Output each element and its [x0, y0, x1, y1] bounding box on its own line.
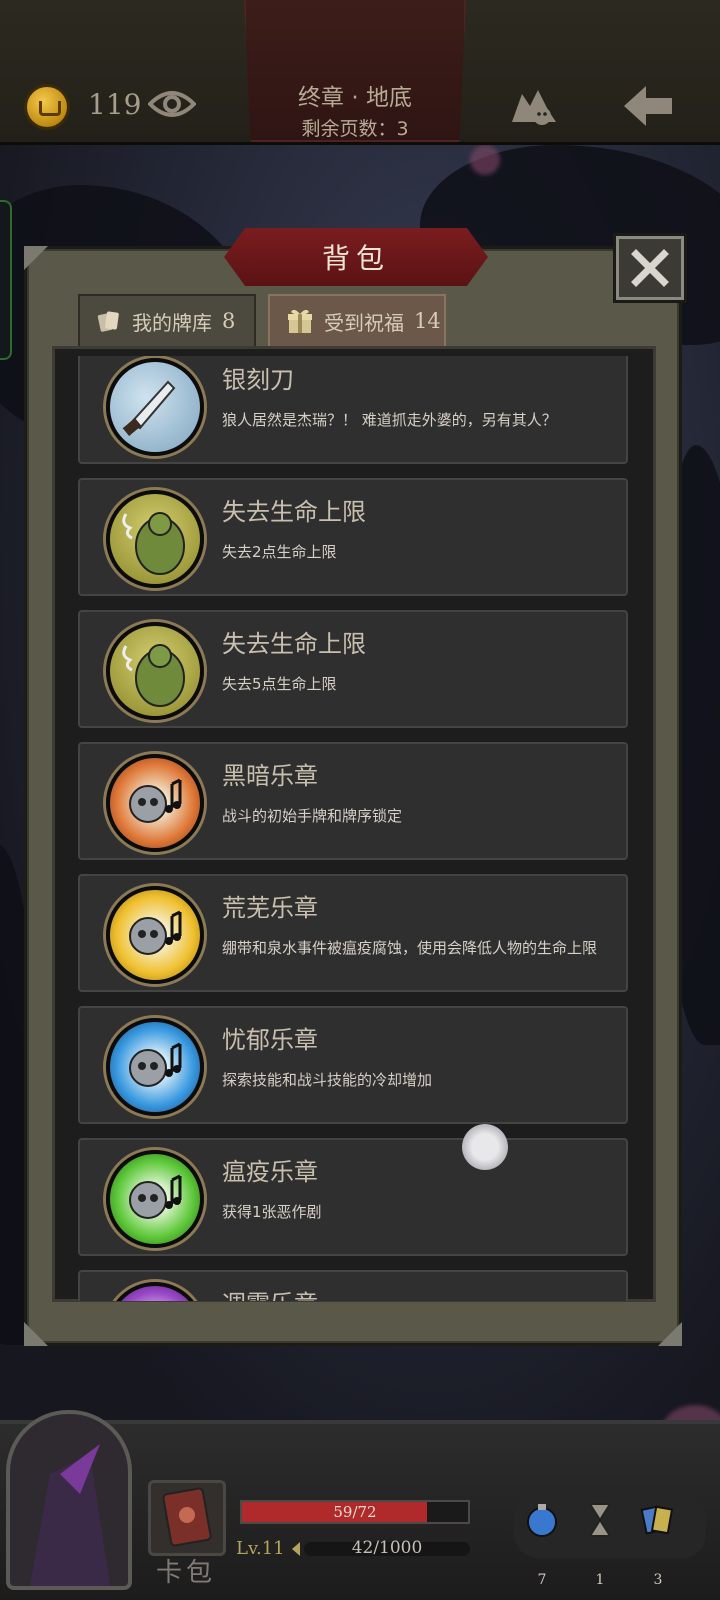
chapter-title: 终章 · 地底	[298, 85, 412, 111]
item-name: 黑暗乐章	[222, 762, 318, 790]
close-icon	[631, 249, 669, 287]
list-item[interactable]: 银刻刀 狼人居然是杰瑞？！ 难道抓走外婆的，另有其人？	[78, 356, 628, 464]
item-name: 凋零乐章	[222, 1284, 318, 1301]
card-pack-icon	[162, 1487, 212, 1547]
tab-my-deck[interactable]: 我的牌库 8	[78, 294, 256, 348]
tab-label: 我的牌库	[132, 310, 212, 335]
hp-text: 59/72	[333, 1503, 377, 1521]
list-item[interactable]: 黑暗乐章 战斗的初始手牌和牌序锁定	[78, 742, 628, 860]
character-portrait[interactable]	[6, 1410, 132, 1590]
item-name: 忧郁乐章	[222, 1026, 318, 1054]
item-desc: 失去2点生命上限	[222, 543, 337, 561]
knife-icon	[106, 358, 204, 456]
list-item[interactable]: 忧郁乐章 探索技能和战斗技能的冷却增加	[78, 1006, 628, 1124]
card-pack-button[interactable]	[148, 1480, 226, 1556]
list-item[interactable]: 瘟疫乐章 获得1张恶作剧	[78, 1138, 628, 1256]
item-name: 银刻刀	[222, 366, 294, 394]
level-label: Lv.11	[236, 1538, 285, 1559]
item-name: 瘟疫乐章	[222, 1158, 318, 1186]
music-skull-icon	[106, 886, 204, 984]
panel-title: 背包	[321, 242, 390, 275]
card-pack-label: 卡包	[156, 1558, 217, 1588]
top-bar: 119 终章 · 地底 剩余页数：3	[0, 0, 720, 145]
coin-count: 119	[88, 88, 142, 121]
chapter-banner: 终章 · 地底 剩余页数：3	[244, 0, 466, 142]
tab-blessings[interactable]: 受到祝福 14	[268, 294, 446, 348]
xp-text: 42/1000	[351, 1538, 423, 1558]
music-skull-icon	[106, 1282, 204, 1301]
gift-icon	[288, 309, 312, 333]
music-skull-icon	[106, 1150, 204, 1248]
item-desc: 探索技能和战斗技能的冷却增加	[222, 1071, 433, 1089]
cards-icon	[97, 311, 119, 332]
item-desc: 获得1张恶作剧	[222, 1203, 322, 1221]
hp-bar: 59/72	[240, 1500, 470, 1524]
potion-icon	[527, 1504, 557, 1537]
hourglass-count: 1	[595, 1572, 605, 1588]
list-item[interactable]: 失去生命上限 失去2点生命上限	[78, 478, 628, 596]
panel-title-banner: 背包	[220, 224, 492, 290]
blessing-list[interactable]: 银刻刀 狼人居然是杰瑞？！ 难道抓走外婆的，另有其人？ 失去生命上限 失去2点生…	[78, 356, 628, 1301]
side-tab[interactable]	[0, 200, 12, 360]
resource-slot[interactable]	[580, 1500, 620, 1544]
tab-label: 受到祝福	[324, 310, 404, 335]
coin-icon	[24, 84, 70, 130]
cards-stack-icon	[640, 1505, 674, 1535]
music-skull-icon	[106, 754, 204, 852]
potion-count: 7	[537, 1572, 547, 1588]
list-item[interactable]: 失去生命上限 失去5点生命上限	[78, 610, 628, 728]
cards-count: 3	[653, 1572, 663, 1588]
resource-slot[interactable]	[638, 1500, 678, 1544]
touch-indicator	[462, 1124, 508, 1170]
close-button[interactable]	[616, 236, 684, 300]
item-desc: 狼人居然是杰瑞？！ 难道抓走外婆的，另有其人？	[222, 411, 557, 429]
item-name: 失去生命上限	[222, 630, 366, 658]
ogre-icon	[106, 622, 204, 720]
item-name: 荒芜乐章	[222, 894, 318, 922]
back-arrow-icon[interactable]	[620, 82, 676, 130]
pet-icon[interactable]	[508, 82, 560, 128]
pages-left: 剩余页数：3	[301, 118, 409, 140]
hourglass-icon	[588, 1503, 612, 1537]
ogre-icon	[106, 490, 204, 588]
item-desc: 绷带和泉水事件被瘟疫腐蚀，使用会降低人物的生命上限	[222, 939, 598, 957]
list-item[interactable]: 凋零乐章	[78, 1270, 628, 1301]
resource-slot[interactable]	[522, 1500, 562, 1544]
tab-count: 8	[222, 309, 236, 333]
eye-icon[interactable]	[148, 88, 196, 120]
item-desc: 失去5点生命上限	[222, 675, 337, 693]
tab-count: 14	[414, 309, 441, 333]
item-desc: 战斗的初始手牌和牌序锁定	[222, 807, 403, 825]
item-name: 失去生命上限	[222, 498, 366, 526]
music-skull-icon	[106, 1018, 204, 1116]
list-item[interactable]: 荒芜乐章 绷带和泉水事件被瘟疫腐蚀，使用会降低人物的生命上限	[78, 874, 628, 992]
level-arrow-icon	[292, 1542, 300, 1556]
